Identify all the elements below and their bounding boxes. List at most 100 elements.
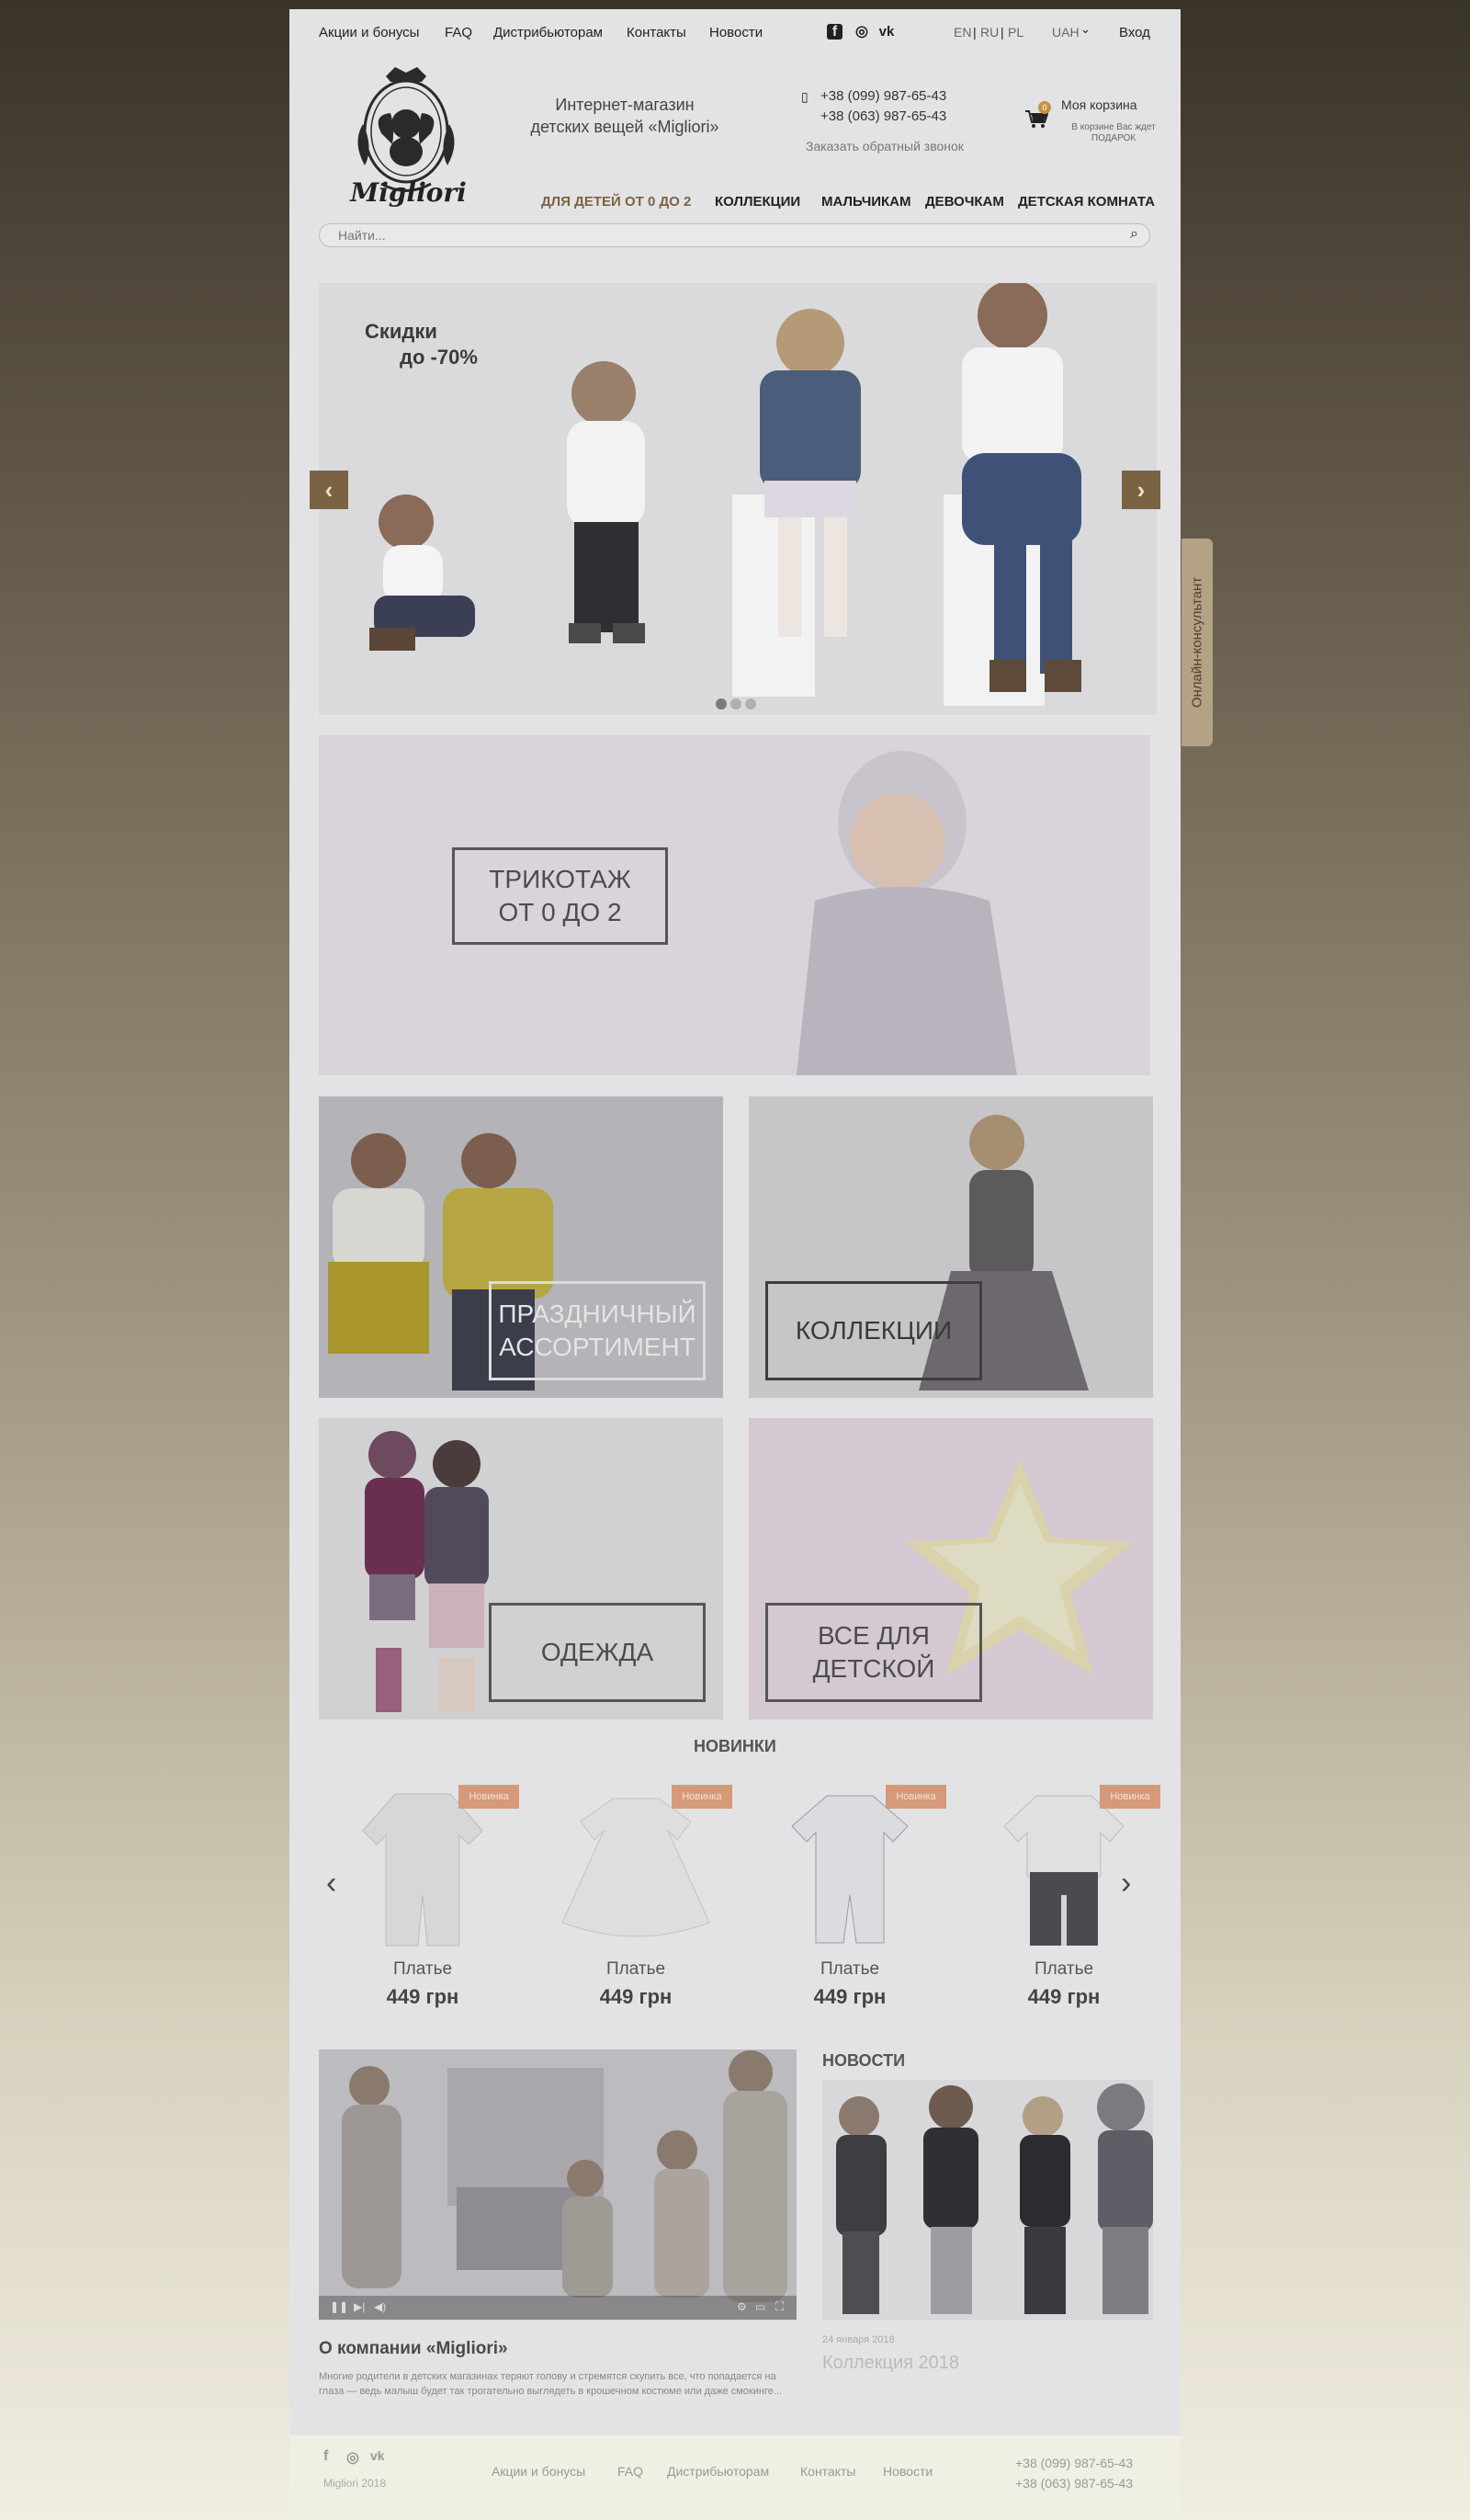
- product-price: 449 грн: [813, 1985, 887, 2008]
- search-input[interactable]: [320, 224, 1110, 246]
- play-icon[interactable]: ❚❚: [330, 2300, 348, 2313]
- next-icon[interactable]: ▶|: [354, 2300, 365, 2313]
- product-name[interactable]: Платье: [967, 1959, 1160, 1980]
- online-consultant-tab[interactable]: Онлайн-консультант: [1182, 539, 1213, 746]
- news-image-graphic: [822, 2080, 1153, 2321]
- banner-knitwear-label: ТРИКОТАЖ ОТ 0 ДО 2: [452, 847, 668, 945]
- new-badge: Новинка: [1100, 1785, 1160, 1809]
- slider-dot[interactable]: [730, 698, 741, 709]
- logo-text: Migliori: [350, 177, 467, 208]
- nav-boys[interactable]: МАЛЬЧИКАМ: [821, 194, 911, 210]
- top-link-faq[interactable]: FAQ: [445, 25, 472, 40]
- slider-next-button[interactable]: ›: [1122, 471, 1160, 509]
- slider-dot[interactable]: [716, 698, 727, 709]
- banner-knitwear[interactable]: ТРИКОТАЖ ОТ 0 ДО 2: [319, 735, 1150, 1075]
- product-price: 449 грн: [386, 1985, 459, 2008]
- instagram-icon[interactable]: ◎: [346, 2448, 359, 2467]
- footer-link-news[interactable]: Новости: [883, 2464, 933, 2479]
- shop-title-line1: Интернет-магазин: [555, 96, 695, 114]
- chevron-right-icon: ›: [1136, 475, 1146, 504]
- logo[interactable]: Migliori: [345, 60, 469, 221]
- search-icon[interactable]: ⌕: [1130, 226, 1138, 243]
- about-text: Многие родители в детских магазинах теря…: [319, 2371, 783, 2397]
- product-name[interactable]: Платье: [326, 1959, 519, 1980]
- footer-link-promotions[interactable]: Акции и бонусы: [492, 2464, 585, 2479]
- banner-collections[interactable]: КОЛЛЕКЦИИ: [749, 1096, 1153, 1398]
- slider-dot[interactable]: [745, 698, 756, 709]
- banner-nursery-label: ВСЕ ДЛЯ ДЕТСКОЙ: [765, 1603, 982, 1702]
- lang-ru[interactable]: RU: [980, 25, 999, 40]
- product-image: [561, 1798, 710, 1937]
- video-player[interactable]: ❚❚ ▶| ◀) ⚙ ▭ ⛶: [319, 2049, 797, 2320]
- news-headline[interactable]: Коллекция 2018: [822, 2353, 959, 2374]
- footer-link-faq[interactable]: FAQ: [617, 2464, 643, 2479]
- product-image: [791, 1795, 909, 1944]
- product-image: [1003, 1795, 1125, 1946]
- news-image[interactable]: [822, 2080, 1153, 2321]
- theater-icon[interactable]: ▭: [755, 2300, 765, 2313]
- banner-festive-line1: ПРАЗДНИЧНЫЙ: [498, 1300, 696, 1328]
- banner-nursery-line1: ВСЕ ДЛЯ: [818, 1621, 930, 1650]
- callback-link[interactable]: Заказать обратный звонок: [806, 139, 964, 153]
- settings-icon[interactable]: ⚙: [737, 2300, 747, 2313]
- footer-link-contacts[interactable]: Контакты: [800, 2464, 855, 2479]
- top-link-promotions[interactable]: Акции и бонусы: [319, 25, 419, 40]
- banner-knitwear-line1: ТРИКОТАЖ: [489, 865, 631, 893]
- facebook-icon[interactable]: f: [827, 24, 842, 40]
- footer: f ◎ vk Migliori 2018 Акции и бонусы FAQ …: [289, 2435, 1181, 2520]
- slider-prev-button[interactable]: ‹: [310, 471, 348, 509]
- footer-phone-2[interactable]: +38 (063) 987-65-43: [1015, 2476, 1133, 2491]
- product-card[interactable]: Новинка Платье 449 грн: [326, 1785, 519, 2015]
- vk-icon[interactable]: vk: [877, 22, 896, 40]
- product-card[interactable]: Новинка Платье 449 грн: [967, 1785, 1160, 2015]
- product-name[interactable]: Платье: [753, 1959, 946, 1980]
- lang-separator: |: [1001, 25, 1004, 40]
- banner-clothes[interactable]: ОДЕЖДА: [319, 1418, 723, 1720]
- lang-en[interactable]: EN: [954, 25, 971, 40]
- product-name[interactable]: Платье: [539, 1959, 732, 1980]
- banner-festive[interactable]: ПРАЗДНИЧНЫЙ АССОРТИМЕНТ: [319, 1096, 723, 1398]
- page-container: Акции и бонусы FAQ Дистрибьюторам Контак…: [289, 9, 1181, 2435]
- nav-collections[interactable]: КОЛЛЕКЦИИ: [715, 194, 800, 210]
- phone-2[interactable]: +38 (063) 987-65-43: [820, 108, 946, 124]
- top-link-contacts[interactable]: Контакты: [627, 25, 686, 40]
- nav-kids-room[interactable]: ДЕТСКАЯ КОМНАТА: [1018, 194, 1155, 210]
- phone-1[interactable]: +38 (099) 987-65-43: [820, 88, 946, 104]
- online-consultant-label: Онлайн-консультант: [1189, 576, 1205, 709]
- top-link-distributors[interactable]: Дистрибьюторам: [493, 25, 603, 40]
- cart-note: В корзине Вас ждет ПОДАРОК: [1071, 122, 1156, 143]
- footer-phone-1[interactable]: +38 (099) 987-65-43: [1015, 2456, 1133, 2470]
- new-products-title: НОВИНКИ: [694, 1737, 776, 1755]
- vk-icon[interactable]: vk: [370, 2448, 385, 2463]
- banner-clothes-line1: ОДЕЖДА: [540, 1638, 654, 1666]
- nav-kids-0-2[interactable]: ДЛЯ ДЕТЕЙ ОТ 0 ДО 2: [541, 194, 691, 210]
- instagram-icon[interactable]: ◎: [853, 22, 871, 40]
- chevron-down-icon[interactable]: ⌄: [1080, 22, 1091, 37]
- product-image: [362, 1793, 483, 1947]
- video-controls: ❚❚ ▶| ◀) ⚙ ▭ ⛶: [319, 2296, 797, 2320]
- product-card[interactable]: Новинка Платье 449 грн: [539, 1785, 732, 2015]
- login-link[interactable]: Вход: [1119, 25, 1150, 40]
- currency-select[interactable]: UAH: [1052, 25, 1080, 40]
- product-price: 449 грн: [599, 1985, 673, 2008]
- about-title[interactable]: О компании «Migliori»: [319, 2339, 508, 2359]
- top-link-news[interactable]: Новости: [709, 25, 763, 40]
- banner-nursery[interactable]: ВСЕ ДЛЯ ДЕТСКОЙ: [749, 1418, 1153, 1720]
- cart-link[interactable]: Моя корзина: [1061, 97, 1137, 112]
- news-date: 24 января 2018: [822, 2334, 895, 2345]
- fullscreen-icon[interactable]: ⛶: [775, 2299, 784, 2314]
- volume-icon[interactable]: ◀): [374, 2300, 386, 2313]
- news-title: НОВОСТИ: [822, 2051, 906, 2070]
- nav-girls[interactable]: ДЕВОЧКАМ: [925, 194, 1004, 210]
- new-badge: Новинка: [672, 1785, 732, 1809]
- footer-link-distributors[interactable]: Дистрибьюторам: [667, 2464, 769, 2479]
- facebook-icon[interactable]: f: [323, 2448, 328, 2465]
- product-price: 449 грн: [1027, 1985, 1101, 2008]
- lang-pl[interactable]: PL: [1008, 25, 1023, 40]
- lang-separator: |: [973, 25, 977, 40]
- footer-copyright: Migliori 2018: [323, 2477, 387, 2490]
- product-card[interactable]: Новинка Платье 449 грн: [753, 1785, 946, 2015]
- banner-festive-label: ПРАЗДНИЧНЫЙ АССОРТИМЕНТ: [489, 1281, 706, 1380]
- banner-nursery-line2: ДЕТСКОЙ: [812, 1654, 935, 1683]
- slider-text-line1: Скидки: [365, 320, 437, 343]
